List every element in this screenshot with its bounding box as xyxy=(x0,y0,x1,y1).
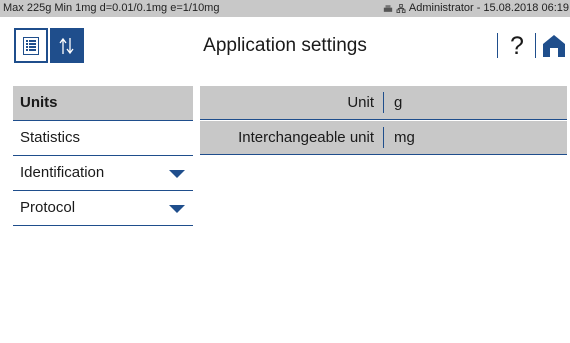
page-title: Application settings xyxy=(203,35,367,56)
sidebar-item-label: Units xyxy=(20,94,58,111)
setting-label: Interchangeable unit xyxy=(238,129,374,146)
sidebar-item-label: Identification xyxy=(20,164,105,181)
user-name: Administrator xyxy=(408,2,474,14)
balance-info: Max 225g Min 1mg d=0.01/0.1mg e=1/10mg xyxy=(3,2,220,14)
printer-icon xyxy=(383,5,393,12)
network-icon xyxy=(396,4,406,13)
header-divider xyxy=(535,33,536,58)
home-button[interactable] xyxy=(542,34,566,58)
setting-value: mg xyxy=(394,129,415,146)
sidebar-item-units[interactable]: Units xyxy=(13,86,193,121)
home-icon xyxy=(543,35,565,57)
status-right: Administrator - 15.08.2018 06:19 xyxy=(383,0,569,17)
setting-value: g xyxy=(394,94,403,111)
sidebar-item-identification[interactable]: Identification xyxy=(13,156,193,191)
header-divider xyxy=(497,33,498,58)
datetime: 15.08.2018 06:19 xyxy=(483,2,569,14)
chevron-down-icon xyxy=(169,205,185,213)
status-separator: - xyxy=(476,2,481,14)
setting-label: Unit xyxy=(347,94,374,111)
sidebar-item-protocol[interactable]: Protocol xyxy=(13,191,193,226)
settings-sidebar: Units Statistics Identification Protocol xyxy=(13,86,193,226)
help-button[interactable]: ? xyxy=(505,31,529,61)
sidebar-item-label: Statistics xyxy=(20,129,81,146)
chevron-down-icon xyxy=(169,170,185,178)
setting-row-interchangeable-unit[interactable]: Interchangeable unit mg xyxy=(200,121,567,155)
status-bar: Max 225g Min 1mg d=0.01/0.1mg e=1/10mg A… xyxy=(0,0,570,17)
header: Application settings ? xyxy=(0,17,570,72)
sidebar-item-label: Protocol xyxy=(20,199,76,216)
setting-row-unit[interactable]: Unit g xyxy=(200,86,567,120)
row-divider xyxy=(383,92,384,113)
settings-table: Unit g Interchangeable unit mg xyxy=(200,86,567,156)
sidebar-item-statistics[interactable]: Statistics xyxy=(13,121,193,156)
row-divider xyxy=(383,127,384,148)
